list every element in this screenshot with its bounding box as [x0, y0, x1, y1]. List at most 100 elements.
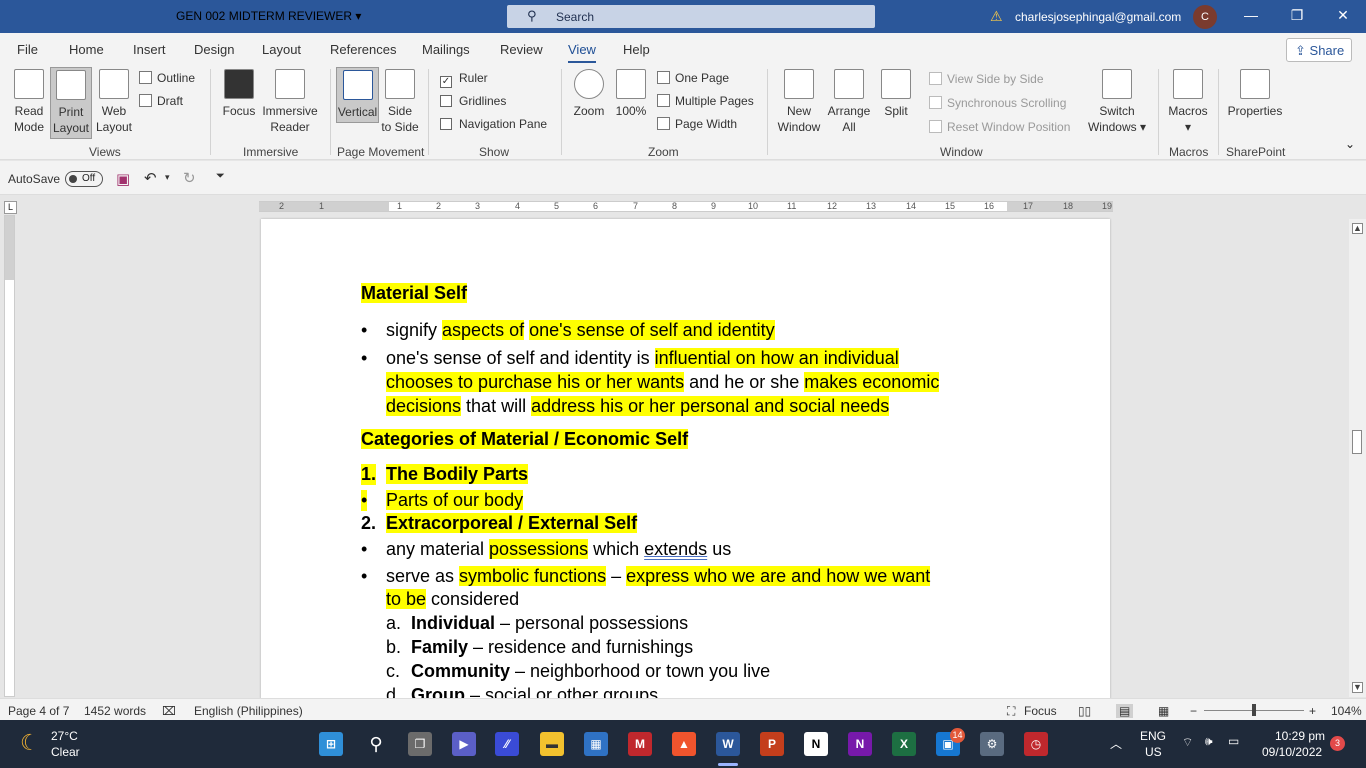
volume-icon[interactable]: 🕪 [1205, 734, 1213, 749]
tab-references[interactable]: References [330, 42, 396, 57]
horizontal-ruler[interactable]: 21 12 34 56 78 9 10 11 12 13 14 15 16 17 18 1… [259, 201, 1113, 212]
web-layout-view-icon[interactable]: ▦ [1158, 704, 1169, 718]
account-email[interactable]: charlesjosephingal@gmail.com [1015, 10, 1181, 24]
reset-window-position-button[interactable]: Reset Window Position [929, 120, 1070, 134]
wifi-icon[interactable]: ⌔ [1182, 735, 1193, 750]
zoom-out-icon[interactable]: − [1190, 704, 1197, 718]
avatar[interactable]: C [1193, 5, 1217, 29]
powerpoint-icon[interactable]: P [760, 732, 784, 756]
app-icon[interactable]: ⁄⁄ [495, 732, 519, 756]
split-button[interactable]: Split [876, 69, 916, 119]
tab-review[interactable]: Review [500, 42, 543, 57]
language-1[interactable]: ENG [1140, 729, 1166, 743]
vertical-ruler[interactable] [4, 215, 15, 697]
word-count[interactable]: 1452 words [84, 704, 146, 718]
document-page[interactable]: Material Self • signify aspects of one's… [261, 219, 1110, 699]
focus-mode-icon[interactable]: ⛶ [1007, 704, 1015, 719]
read-mode-button[interactable]: Read Mode [8, 69, 50, 135]
store-icon[interactable]: ▦ [584, 732, 608, 756]
temperature[interactable]: 27°C [51, 729, 78, 743]
web-layout-button[interactable]: Web Layout [93, 69, 135, 135]
scroll-up-icon[interactable]: ▲ [1352, 223, 1363, 234]
focus-mode-label[interactable]: Focus [1024, 704, 1057, 718]
navigation-pane-checkbox[interactable]: Navigation Pane [440, 117, 547, 131]
autosave-toggle[interactable]: Off [65, 171, 103, 187]
view-side-by-side-button[interactable]: View Side by Side [929, 72, 1044, 86]
zoom-slider-thumb[interactable] [1252, 704, 1256, 716]
focus-button[interactable]: Focus [218, 69, 260, 119]
tab-insert[interactable]: Insert [133, 42, 166, 57]
minimize-icon[interactable]: — [1241, 7, 1261, 23]
language[interactable]: English (Philippines) [194, 704, 303, 718]
outline-button[interactable]: Outline [139, 71, 195, 85]
clock-app-icon[interactable]: ◷ [1024, 732, 1048, 756]
document-title[interactable]: GEN 002 MIDTERM REVIEWER ▾ [176, 9, 361, 23]
clock-time[interactable]: 10:29 pm [1275, 729, 1325, 743]
word-icon[interactable]: W [716, 732, 740, 756]
close-icon[interactable]: ✕ [1333, 7, 1353, 24]
proofing-icon[interactable]: ⌧ [162, 704, 176, 718]
show-hidden-icons[interactable]: ︿ [1110, 735, 1122, 752]
tab-view[interactable]: View [568, 42, 596, 64]
multiple-pages-button[interactable]: Multiple Pages [657, 94, 754, 108]
vertical-button[interactable]: Vertical [336, 67, 379, 123]
warning-icon[interactable]: ⚠ [990, 8, 1003, 25]
save-icon[interactable]: ▣ [116, 170, 130, 188]
excel-icon[interactable]: X [892, 732, 916, 756]
tab-mailings[interactable]: Mailings [422, 42, 470, 57]
zoom-button[interactable]: Zoom [568, 69, 610, 119]
mcafee-icon[interactable]: M [628, 732, 652, 756]
file-explorer-icon[interactable]: ▬ [540, 732, 564, 756]
immersive-reader-button[interactable]: Immersive Reader [259, 69, 321, 135]
weather[interactable]: Clear [51, 745, 80, 759]
collapse-ribbon-icon[interactable]: ⌄ [1345, 137, 1355, 151]
properties-button[interactable]: Properties [1225, 69, 1285, 119]
redo-icon[interactable]: ↻ [183, 169, 196, 187]
scroll-down-icon[interactable]: ▼ [1352, 682, 1363, 693]
settings-icon[interactable]: ⚙ [980, 732, 1004, 756]
vertical-scrollbar[interactable]: ▲ ▼ [1349, 219, 1366, 697]
notification-badge[interactable]: 3 [1330, 736, 1345, 751]
notion-icon[interactable]: N [804, 732, 828, 756]
draft-button[interactable]: Draft [139, 94, 183, 108]
zoom-100-button[interactable]: 100% [612, 69, 650, 119]
tab-design[interactable]: Design [194, 42, 234, 57]
zoom-level[interactable]: 104% [1331, 704, 1362, 718]
tab-selector[interactable]: L [4, 201, 17, 214]
tab-layout[interactable]: Layout [262, 42, 301, 57]
arrange-all-button[interactable]: Arrange All [826, 69, 872, 135]
ruler-checkbox[interactable]: ✓ Ruler [440, 71, 488, 88]
tab-file[interactable]: File [17, 42, 38, 57]
tab-help[interactable]: Help [623, 42, 650, 57]
page-count[interactable]: Page 4 of 7 [8, 704, 69, 718]
macros-button[interactable]: Macros ▾ [1166, 69, 1210, 135]
print-layout-button[interactable]: Print Layout [50, 67, 92, 139]
synchronous-scrolling-button[interactable]: Synchronous Scrolling [929, 96, 1066, 110]
scrollbar-thumb[interactable] [1352, 430, 1362, 454]
zoom-in-icon[interactable]: + [1309, 704, 1316, 718]
battery-icon[interactable]: ▭ [1228, 734, 1239, 748]
one-page-button[interactable]: One Page [657, 71, 729, 85]
read-mode-view-icon[interactable]: ▯▯ [1078, 704, 1091, 718]
search-box[interactable]: ⚲ Search [507, 5, 875, 28]
gridlines-checkbox[interactable]: Gridlines [440, 94, 506, 108]
chat-icon[interactable]: ▶ [452, 732, 476, 756]
moon-icon[interactable]: ☾ [20, 730, 40, 756]
start-icon[interactable]: ⊞ [319, 732, 343, 756]
undo-icon[interactable]: ↶ [144, 169, 157, 187]
tab-home[interactable]: Home [69, 42, 104, 57]
clock-date[interactable]: 09/10/2022 [1262, 745, 1322, 759]
brave-icon[interactable]: ▲ [672, 732, 696, 756]
print-layout-view-icon[interactable]: ▤ [1116, 704, 1134, 718]
search-taskbar-icon[interactable]: ⚲ [364, 732, 388, 756]
task-view-icon[interactable]: ❐ [408, 732, 432, 756]
language-2[interactable]: US [1145, 745, 1162, 759]
share-button[interactable]: ⇪ Share [1286, 38, 1352, 62]
new-window-button[interactable]: New Window [776, 69, 822, 135]
switch-windows-button[interactable]: Switch Windows ▾ [1084, 69, 1150, 135]
page-width-button[interactable]: Page Width [657, 117, 737, 131]
onenote-icon[interactable]: N [848, 732, 872, 756]
restore-icon[interactable]: ❐ [1287, 7, 1307, 24]
side-to-side-button[interactable]: Side to Side [380, 69, 420, 135]
customize-qat-icon[interactable]: ⏷ [216, 170, 225, 183]
